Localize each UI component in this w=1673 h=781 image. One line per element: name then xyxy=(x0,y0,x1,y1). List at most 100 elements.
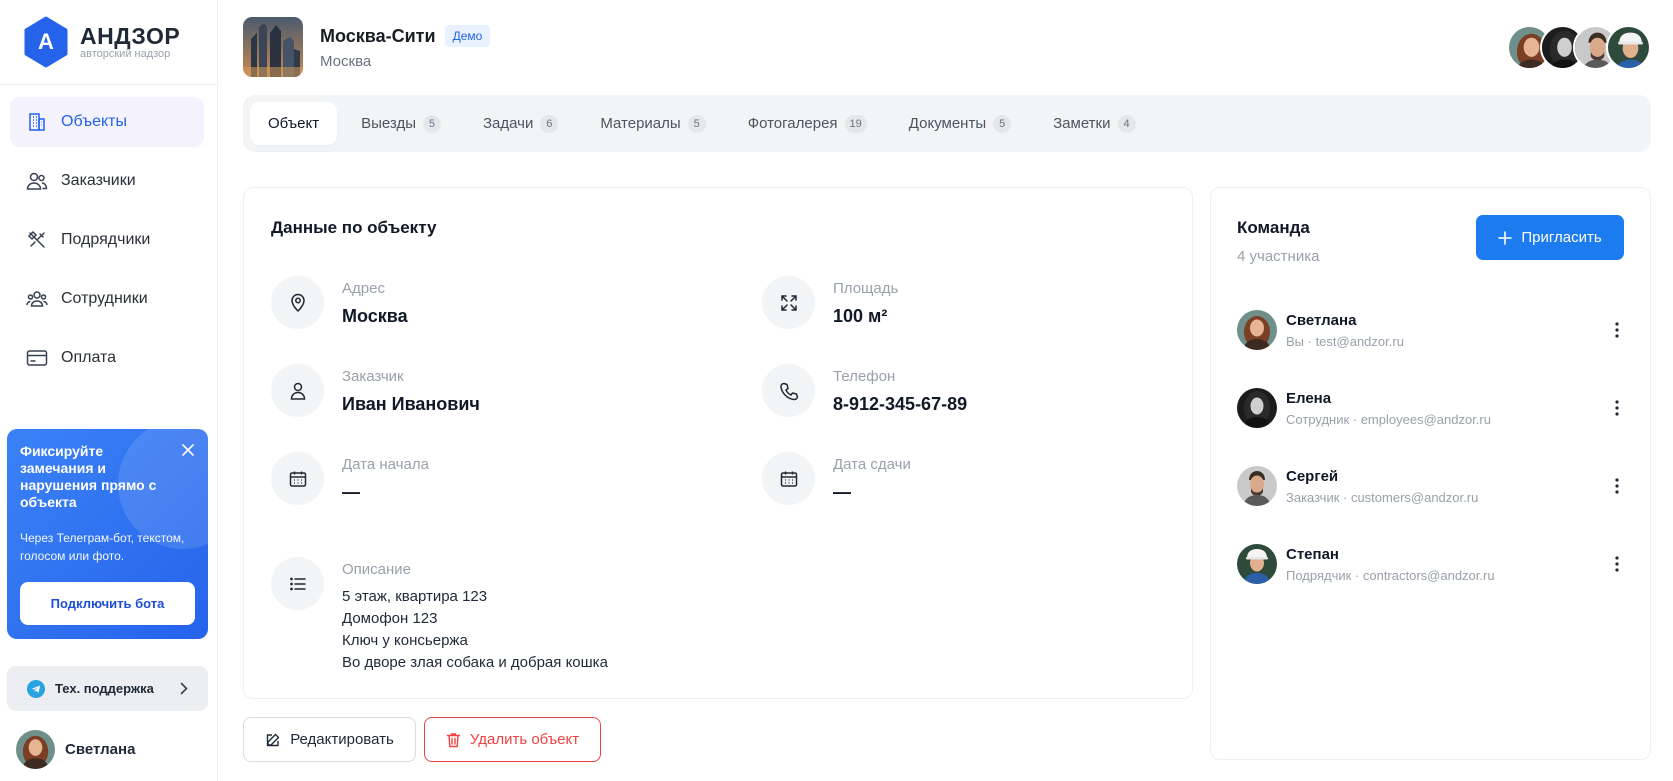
sidebar-item-label: Заказчики xyxy=(61,172,136,189)
team-member: Елена Сотрудник · employees@andzor.ru xyxy=(1237,387,1627,429)
more-vertical-icon[interactable] xyxy=(1607,552,1627,576)
description-line: Ключ у консьержа xyxy=(342,632,468,649)
member-meta: Вы · test@andzor.ru xyxy=(1286,333,1404,349)
tab-count-badge: 5 xyxy=(422,114,441,133)
sidebar-item-objects[interactable]: Объекты xyxy=(10,97,204,147)
sidebar-item-contractors[interactable]: Подрядчики xyxy=(10,215,204,265)
member-meta: Заказчик · customers@andzor.ru xyxy=(1286,489,1479,505)
invite-button[interactable]: Пригласить xyxy=(1476,215,1624,260)
trash-icon xyxy=(446,732,461,748)
field-address: Адрес Москва xyxy=(271,276,408,329)
pencil-icon xyxy=(265,732,281,748)
calendar-icon xyxy=(762,452,815,505)
description-line: Домофон 123 xyxy=(342,610,438,627)
list-icon xyxy=(271,557,324,610)
tools-icon xyxy=(26,229,48,251)
avatar xyxy=(16,730,55,769)
phone-icon xyxy=(762,364,815,417)
building-icon xyxy=(26,111,48,133)
tab-materials[interactable]: Материалы 5 xyxy=(582,102,723,145)
expand-icon xyxy=(762,276,815,329)
telegram-icon xyxy=(27,679,45,698)
member-meta: Подрядчик · contractors@andzor.ru xyxy=(1286,567,1495,583)
sidebar-item-customers[interactable]: Заказчики xyxy=(10,156,204,206)
field-value: — xyxy=(342,482,360,502)
field-start-date: Дата начала — xyxy=(271,452,429,505)
invite-label: Пригласить xyxy=(1521,229,1602,246)
team-icon xyxy=(26,288,48,310)
tab-tasks[interactable]: Задачи 6 xyxy=(465,102,576,145)
telegram-promo-card: Фиксируйте замечания и нарушения прямо с… xyxy=(7,429,208,639)
tab-documents[interactable]: Документы 5 xyxy=(891,102,1029,145)
team-avatar-stack[interactable] xyxy=(1507,25,1651,70)
edit-button[interactable]: Редактировать xyxy=(243,717,416,762)
tab-gallery[interactable]: Фотогалерея 19 xyxy=(730,102,885,145)
tab-visits[interactable]: Выезды 5 xyxy=(343,102,459,145)
more-vertical-icon[interactable] xyxy=(1607,396,1627,420)
sidebar-item-payment[interactable]: Оплата xyxy=(10,333,204,383)
field-value: Иван Иванович xyxy=(342,394,480,414)
object-title: Москва-Сити xyxy=(320,25,436,46)
current-user[interactable]: Светлана xyxy=(16,730,135,769)
field-label: Заказчик xyxy=(342,368,404,385)
card-title: Данные по объекту xyxy=(271,218,437,237)
team-member: Светлана Вы · test@andzor.ru xyxy=(1237,309,1627,351)
sidebar-divider xyxy=(0,84,217,85)
object-tabs: Объект Выезды 5 Задачи 6 Материалы 5 Фотога… xyxy=(243,95,1651,152)
tab-object[interactable]: Объект xyxy=(250,102,338,145)
avatar xyxy=(1237,544,1277,584)
logo-hexagon-icon: А xyxy=(22,16,70,68)
close-icon[interactable] xyxy=(180,442,196,458)
tab-count-badge: 4 xyxy=(1117,114,1136,133)
sidebar-item-label: Объекты xyxy=(61,113,127,130)
avatar xyxy=(1237,310,1277,350)
sidebar-nav: Объекты Заказчики Подрядчики Сотрудники … xyxy=(10,97,204,392)
field-end-date: Дата сдачи — xyxy=(762,452,911,505)
plus-icon xyxy=(1498,230,1513,245)
brand-title: АНДЗОР xyxy=(80,22,181,49)
avatar xyxy=(1606,25,1651,70)
delete-label: Удалить объект xyxy=(469,731,580,748)
connect-bot-button[interactable]: Подключить бота xyxy=(20,582,195,625)
description-line: Во дворе злая собака и добрая кошка xyxy=(342,654,608,671)
team-member: Сергей Заказчик · customers@andzor.ru xyxy=(1237,465,1627,507)
tab-count-badge: 5 xyxy=(687,114,706,133)
person-icon xyxy=(271,364,324,417)
location-icon xyxy=(271,276,324,329)
team-card: Команда 4 участника Пригласить Светлана … xyxy=(1210,187,1651,760)
sidebar-item-label: Подрядчики xyxy=(61,231,151,248)
sidebar-item-label: Сотрудники xyxy=(61,290,148,307)
delete-object-button[interactable]: Удалить объект xyxy=(424,717,601,762)
field-label: Дата начала xyxy=(342,456,429,473)
field-value: — xyxy=(833,482,851,502)
field-client: Заказчик Иван Иванович xyxy=(271,364,480,417)
tab-count-badge: 19 xyxy=(844,114,867,133)
avatar xyxy=(1237,388,1277,428)
demo-badge: Демо xyxy=(444,25,491,47)
tab-notes[interactable]: Заметки 4 xyxy=(1035,102,1153,145)
object-details-card: Данные по объекту Адрес Москва Площадь 1… xyxy=(243,187,1193,699)
object-thumbnail xyxy=(243,17,303,77)
member-name: Сергей xyxy=(1286,467,1339,485)
tab-count-badge: 5 xyxy=(993,114,1012,133)
brand-logo[interactable]: А АНДЗОР авторский надзор xyxy=(22,16,180,68)
field-area: Площадь 100 м² xyxy=(762,276,898,329)
member-name: Елена xyxy=(1286,389,1332,407)
team-count: 4 участника xyxy=(1237,248,1320,265)
support-label: Тех. поддержка xyxy=(55,681,154,696)
more-vertical-icon[interactable] xyxy=(1607,318,1627,342)
team-member: Степан Подрядчик · contractors@andzor.ru xyxy=(1237,543,1627,585)
description-text: 5 этаж, квартира 123 Домофон 123 Ключ у … xyxy=(342,586,608,674)
member-name: Степан xyxy=(1286,545,1339,563)
brand-subtitle: авторский надзор xyxy=(80,47,171,60)
sidebar-item-employees[interactable]: Сотрудники xyxy=(10,274,204,324)
avatar xyxy=(1237,466,1277,506)
more-vertical-icon[interactable] xyxy=(1607,474,1627,498)
field-value: Москва xyxy=(342,306,408,326)
sidebar-item-label: Оплата xyxy=(61,349,117,366)
object-city: Москва xyxy=(320,53,372,70)
description-line: 5 этаж, квартира 123 xyxy=(342,588,488,605)
support-button[interactable]: Тех. поддержка xyxy=(7,666,208,711)
edit-label: Редактировать xyxy=(290,731,394,748)
field-label: Описание xyxy=(342,561,412,578)
